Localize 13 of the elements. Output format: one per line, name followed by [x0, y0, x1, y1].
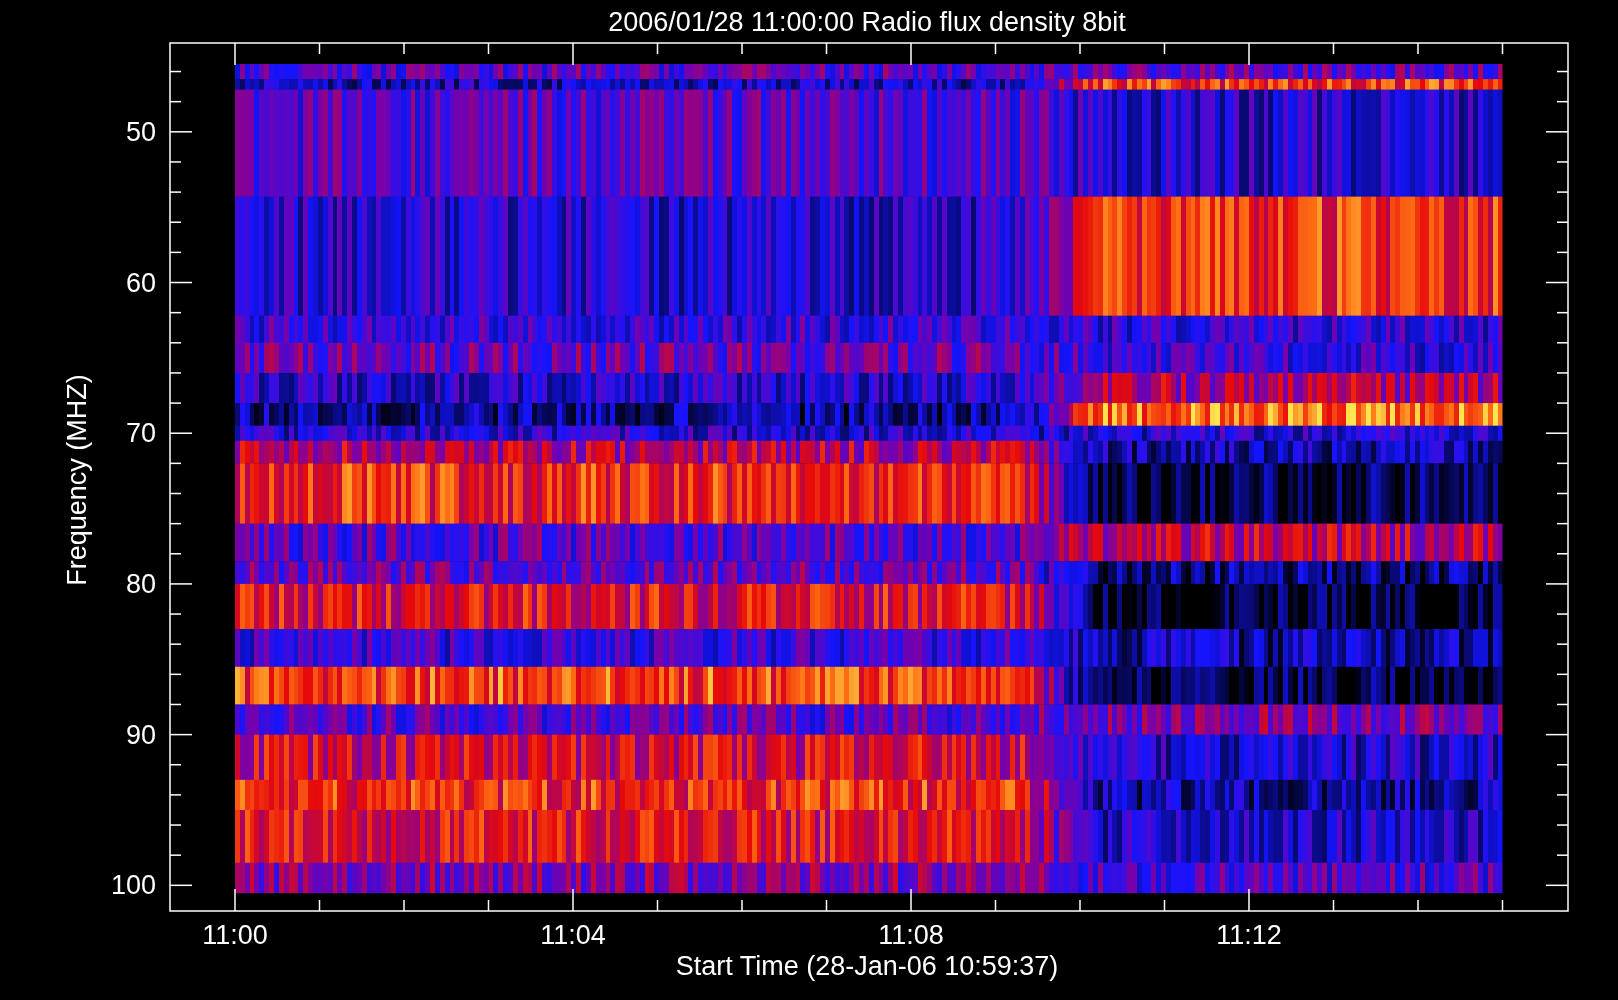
- axis-label: Frequency (MHZ): [62, 374, 92, 586]
- tick-label: 100: [110, 870, 156, 901]
- tick-label: 60: [125, 267, 156, 298]
- tick-label: 11:12: [1216, 920, 1282, 950]
- tick-label: 70: [125, 418, 156, 449]
- axis-label: Start Time (28-Jan-06 10:59:37): [675, 951, 1059, 981]
- tick-label: 90: [125, 719, 156, 750]
- tick-label: 11:04: [540, 920, 606, 950]
- chart-title: 2006/01/28 11:00:00 Radio flux density 8bit: [608, 7, 1126, 37]
- tick-label: 80: [125, 568, 156, 599]
- tick-label: 11:08: [878, 920, 944, 950]
- tick-label: 50: [125, 116, 156, 147]
- tick-label: 11:00: [202, 920, 268, 950]
